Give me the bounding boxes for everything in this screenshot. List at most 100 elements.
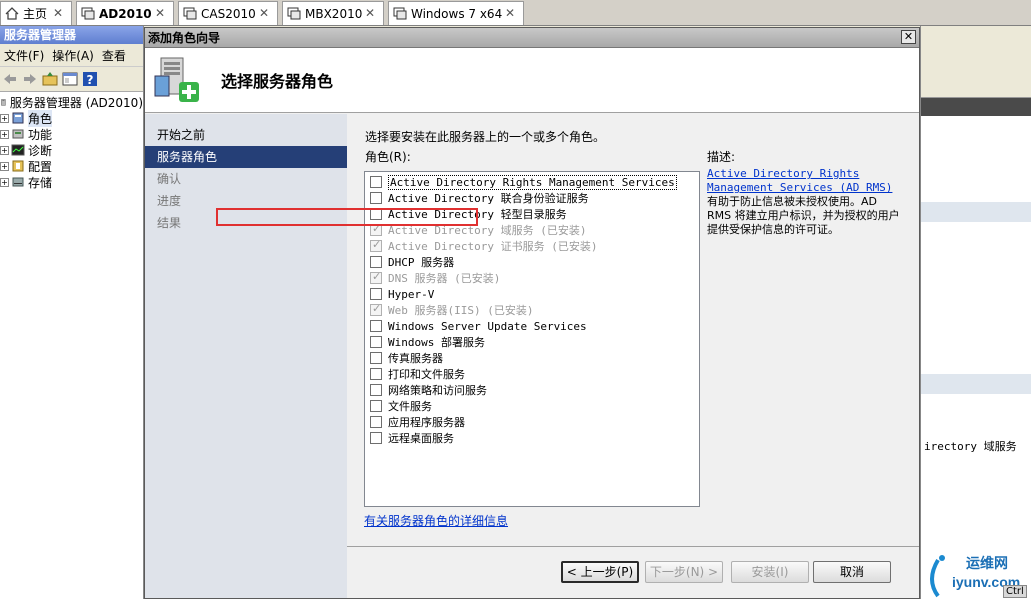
checkmark-icon: ✓ xyxy=(372,222,382,235)
role-checkbox[interactable] xyxy=(370,176,382,188)
tree-root[interactable]: 服务器管理器 (AD2010) xyxy=(0,94,143,110)
role-checkbox[interactable] xyxy=(370,256,382,268)
nav-progress: 进度 xyxy=(157,194,182,208)
role-checkbox[interactable] xyxy=(370,384,382,396)
tab-windows7[interactable]: Windows 7 x64 ✕ xyxy=(388,1,524,25)
menu-view[interactable]: 查看 xyxy=(98,47,130,64)
role-item[interactable]: Windows 部署服务 xyxy=(365,334,699,350)
role-label: 应用程序服务器 xyxy=(388,416,465,429)
next-button[interactable]: 下一步(N) > xyxy=(645,561,723,583)
roles-list[interactable]: Active Directory Rights Management Servi… xyxy=(364,171,700,507)
checkmark-icon: ✓ xyxy=(372,238,382,251)
back-arrow-icon[interactable] xyxy=(2,71,18,87)
tree-item-roles[interactable]: + 角色 xyxy=(0,109,143,127)
configuration-icon xyxy=(11,159,25,173)
server-icon xyxy=(0,95,7,109)
vm-icon xyxy=(183,7,197,20)
tab-label: AD2010 xyxy=(99,6,152,21)
expand-icon[interactable]: + xyxy=(0,177,9,187)
role-label: 文件服务 xyxy=(388,400,432,413)
console-tree-icon[interactable] xyxy=(62,71,78,87)
role-item[interactable]: 远程桌面服务 xyxy=(365,430,699,446)
role-item[interactable]: 打印和文件服务 xyxy=(365,366,699,382)
toolbar: ? xyxy=(0,66,143,92)
role-checkbox: ✓ xyxy=(370,222,382,236)
tree-item-configuration[interactable]: + 配置 xyxy=(0,158,143,174)
tree-root-label: 服务器管理器 (AD2010) xyxy=(9,95,143,110)
role-item[interactable]: 传真服务器 xyxy=(365,350,699,366)
role-checkbox[interactable] xyxy=(370,400,382,412)
tree-item-features[interactable]: + 功能 xyxy=(0,126,143,142)
nav-before-you-begin[interactable]: 开始之前 xyxy=(145,124,347,146)
roles-icon xyxy=(11,111,25,125)
role-checkbox[interactable] xyxy=(370,416,382,428)
role-item[interactable]: Active Directory Rights Management Servi… xyxy=(365,174,699,190)
close-icon[interactable]: ✕ xyxy=(153,6,167,20)
role-label: Active Directory 证书服务 (已安装) xyxy=(388,240,598,253)
tree-item-label: 配置 xyxy=(28,159,53,174)
add-roles-wizard: 添加角色向导 ✕ 选择服务器角色 开始之前 服务器角色 确认 进度 结果 选择要… xyxy=(144,27,920,599)
instruction-text: 选择要安装在此服务器上的一个或多个角色。 xyxy=(365,130,606,144)
vm-icon xyxy=(287,7,301,20)
more-info-link[interactable]: 有关服务器角色的详细信息 xyxy=(364,512,508,529)
role-checkbox[interactable] xyxy=(370,208,382,220)
wizard-footer: < 上一步(P) 下一步(N) > 安装(I) 取消 xyxy=(347,546,919,598)
close-icon[interactable]: ✕ xyxy=(503,6,517,20)
description-link[interactable]: Active Directory Rights Management Servi… xyxy=(707,167,892,194)
role-label: 传真服务器 xyxy=(388,352,443,365)
close-icon[interactable]: ✕ xyxy=(51,6,65,20)
role-label: Active Directory 域服务 (已安装) xyxy=(388,224,587,237)
menu-file[interactable]: 文件(F) xyxy=(0,47,48,64)
tab-mbx2010[interactable]: MBX2010 ✕ xyxy=(282,1,384,25)
role-checkbox[interactable] xyxy=(370,336,382,348)
ctrl-key-indicator: Ctrl xyxy=(1003,585,1027,598)
role-item[interactable]: Active Directory 联合身份验证服务 xyxy=(365,190,699,206)
help-icon[interactable]: ? xyxy=(82,71,98,87)
right-pane-fragment: irectory 域服务 xyxy=(924,440,1017,453)
tab-ad2010[interactable]: AD2010 ✕ xyxy=(76,1,174,25)
role-checkbox[interactable] xyxy=(370,432,382,444)
role-item[interactable]: Active Directory 轻型目录服务 xyxy=(365,206,699,222)
tab-home[interactable]: 主页 ✕ xyxy=(0,1,72,25)
tree-item-diagnostics[interactable]: + 诊断 xyxy=(0,142,143,158)
role-checkbox[interactable] xyxy=(370,320,382,332)
tree-item-label: 角色 xyxy=(28,109,53,127)
expand-icon[interactable]: + xyxy=(0,161,9,171)
tree-item-storage[interactable]: + 存储 xyxy=(0,174,143,190)
expand-icon[interactable]: + xyxy=(0,129,9,139)
role-item: ✓ DNS 服务器 (已安装) xyxy=(365,270,699,286)
wizard-content: 选择要安装在此服务器上的一个或多个角色。 角色(R): Active Direc… xyxy=(347,114,919,546)
role-item[interactable]: 应用程序服务器 xyxy=(365,414,699,430)
tab-cas2010[interactable]: CAS2010 ✕ xyxy=(178,1,278,25)
role-item[interactable]: Hyper-V xyxy=(365,286,699,302)
close-icon[interactable]: ✕ xyxy=(257,6,271,20)
close-icon[interactable]: ✕ xyxy=(901,30,916,44)
home-icon xyxy=(5,7,19,20)
role-item[interactable]: Windows Server Update Services xyxy=(365,318,699,334)
role-item[interactable]: 文件服务 xyxy=(365,398,699,414)
role-checkbox[interactable] xyxy=(370,192,382,204)
menu-action[interactable]: 操作(A) xyxy=(48,47,98,64)
role-item: ✓ Active Directory 域服务 (已安装) xyxy=(365,222,699,238)
role-label: 网络策略和访问服务 xyxy=(388,384,487,397)
role-item[interactable]: 网络策略和访问服务 xyxy=(365,382,699,398)
watermark-text: 运维网 xyxy=(966,556,1008,572)
forward-arrow-icon[interactable] xyxy=(22,71,38,87)
cancel-button[interactable]: 取消 xyxy=(813,561,891,583)
expand-icon[interactable]: + xyxy=(0,113,9,123)
role-checkbox[interactable] xyxy=(370,288,382,300)
role-checkbox[interactable] xyxy=(370,352,382,364)
expand-icon[interactable]: + xyxy=(0,145,9,155)
server-manager-window: 服务器管理器 文件(F) 操作(A) 查看 ? 服务器管理器 (AD2010) xyxy=(0,26,144,599)
nav-server-roles[interactable]: 服务器角色 xyxy=(145,146,347,168)
install-button[interactable]: 安装(I) xyxy=(731,561,809,583)
back-button[interactable]: < 上一步(P) xyxy=(561,561,639,583)
console-tree: 服务器管理器 (AD2010) + 角色 + 功能 + 诊断 + 配置 + 存储 xyxy=(0,92,143,190)
role-item[interactable]: DHCP 服务器 xyxy=(365,254,699,270)
up-folder-icon[interactable] xyxy=(42,71,58,87)
roles-label: 角色(R): xyxy=(365,150,411,164)
close-icon[interactable]: ✕ xyxy=(363,6,377,20)
role-checkbox[interactable] xyxy=(370,368,382,380)
tree-item-label: 功能 xyxy=(28,127,53,142)
role-label: Windows 部署服务 xyxy=(388,336,485,349)
